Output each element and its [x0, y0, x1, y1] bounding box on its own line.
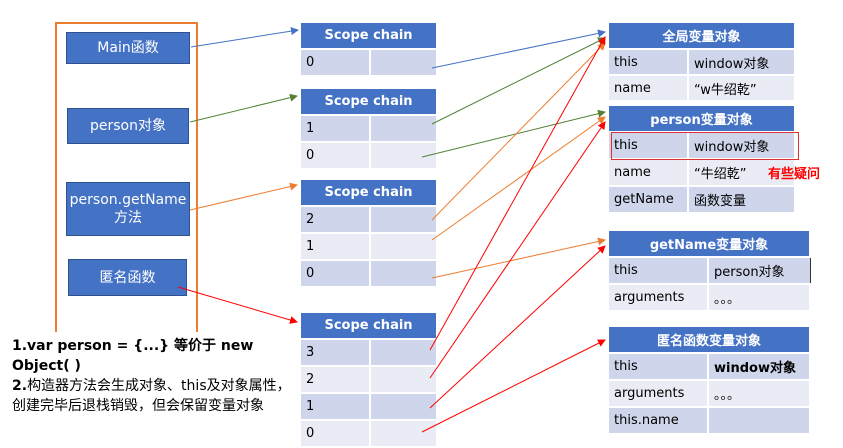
global-variable-object: 全局变量对象 this window对象 name “w牛绍乾” — [607, 21, 796, 102]
scope-index: 1 — [299, 392, 371, 421]
object-header: 匿名函数变量对象 — [607, 325, 811, 354]
arrow — [189, 93, 298, 123]
property-value: “w牛绍乾” — [687, 74, 796, 102]
arrow — [421, 339, 606, 433]
scope-index: 0 — [299, 48, 371, 77]
scope-index: 2 — [299, 205, 371, 234]
notes: 1.var person = {...} 等价于 new Object( ) 2… — [12, 336, 302, 416]
arrow — [429, 245, 606, 409]
scope-chain-header: Scope chain — [299, 311, 438, 340]
scope-chain-person: Scope chain 1 0 — [299, 87, 438, 170]
property-name: name — [607, 74, 689, 102]
object-header: person变量对象 — [607, 104, 796, 133]
property-value: 。。。 — [707, 379, 811, 408]
property-value: window对象 — [707, 352, 811, 381]
scope-index: 2 — [299, 365, 371, 394]
highlight-box — [611, 132, 799, 160]
arrow — [431, 116, 606, 241]
property-name: this — [607, 48, 689, 76]
arrow — [429, 121, 606, 379]
property-name: arguments — [607, 379, 709, 408]
note-number: 2. — [12, 378, 28, 394]
arrow — [190, 27, 299, 48]
arrow — [189, 182, 298, 211]
getname-variable-object: getName变量对象 this person对象 arguments。。。 — [607, 229, 811, 312]
scope-index: 0 — [299, 141, 371, 170]
scope-chain-header: Scope chain — [299, 87, 438, 116]
property-value: person对象 — [707, 256, 811, 285]
scope-chain-main: Scope chain 0 — [299, 21, 438, 77]
arrow — [421, 109, 606, 158]
arrow — [431, 37, 606, 125]
property-value: window对象 — [687, 48, 796, 76]
property-name: this — [607, 352, 709, 381]
object-header: getName变量对象 — [607, 229, 811, 258]
note-line-1: 1.var person = {...} 等价于 new Object( ) — [12, 338, 254, 374]
property-name: this — [607, 256, 709, 285]
property-name: getName — [607, 185, 689, 214]
anonymous-function-box: 匿名函数 — [68, 259, 187, 296]
scope-index: 1 — [299, 232, 371, 261]
property-name: arguments — [607, 283, 709, 312]
scope-index: 1 — [299, 114, 371, 143]
property-value — [707, 406, 811, 435]
property-name: name — [607, 158, 689, 187]
main-function-box: Main函数 — [66, 32, 190, 64]
note-text: 构造器方法会生成对象、this及对象属性，创建完毕后退栈销毁，但会保留变量对象 — [12, 378, 291, 414]
arrow — [429, 36, 606, 351]
scope-chain-getname: Scope chain 2 1 0 — [299, 178, 438, 288]
property-name: this.name — [607, 406, 709, 435]
property-value: 函数变量 — [687, 185, 796, 214]
note-line-2: 2.构造器方法会生成对象、this及对象属性，创建完毕后退栈销毁，但会保留变量对… — [12, 376, 302, 416]
scope-index: 0 — [299, 419, 371, 448]
arrow — [431, 29, 606, 69]
getname-method-box: person.getName方法 — [66, 182, 190, 236]
scope-chain-anonymous: Scope chain 3 2 1 0 — [299, 311, 438, 448]
scope-index: 3 — [299, 338, 371, 367]
property-value: 。。。 — [707, 283, 811, 312]
question-annotation: 有些疑问 — [768, 167, 821, 182]
person-object-box: person对象 — [67, 108, 189, 144]
object-header: 全局变量对象 — [607, 21, 796, 50]
arrow — [431, 42, 606, 221]
scope-chain-header: Scope chain — [299, 178, 438, 207]
arrow — [431, 237, 606, 279]
scope-chain-header: Scope chain — [299, 21, 438, 50]
anonymous-variable-object: 匿名函数变量对象 this window对象 arguments。。。 this.… — [607, 325, 811, 435]
scope-index: 0 — [299, 259, 371, 288]
